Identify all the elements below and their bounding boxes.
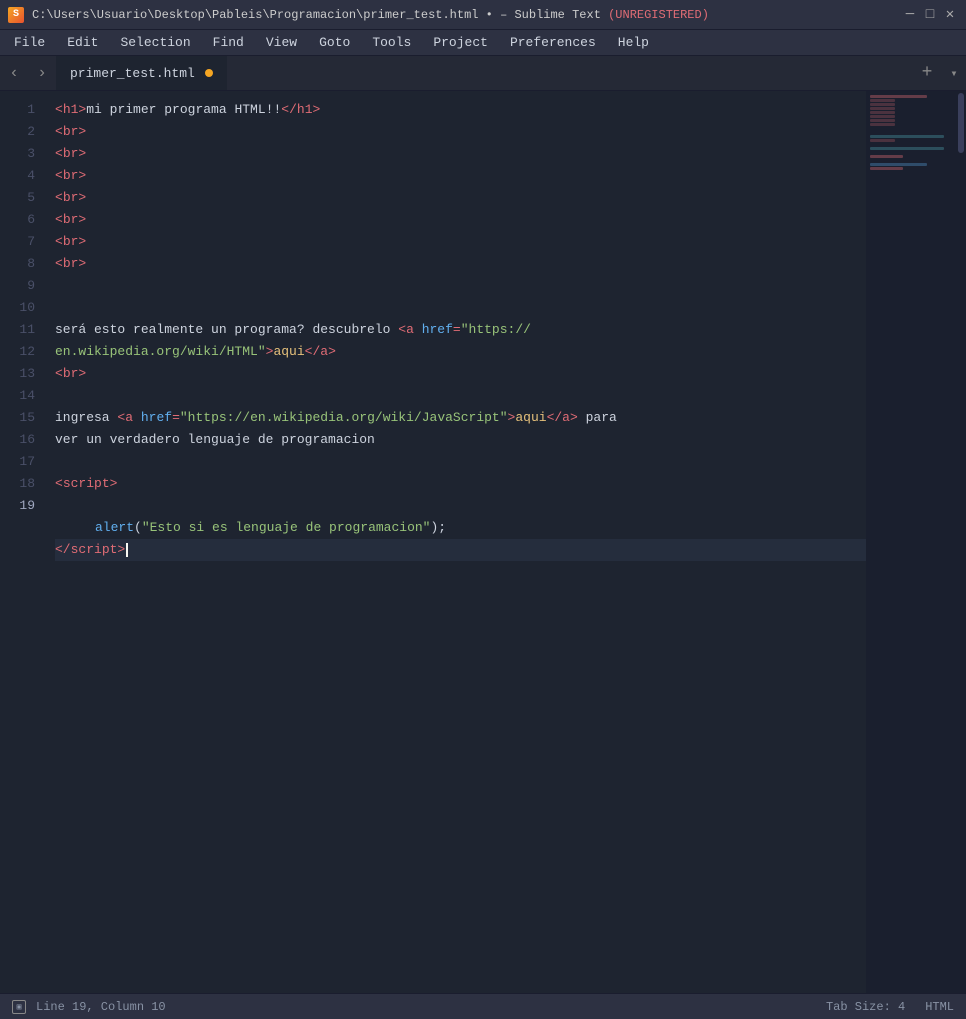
tab-filename: primer_test.html	[70, 66, 195, 81]
tab-bar: ‹ › primer_test.html + ▾	[0, 56, 966, 91]
code-line-19: </script>	[55, 539, 866, 561]
menu-bar: File Edit Selection Find View Goto Tools…	[0, 30, 966, 56]
code-line-13	[55, 385, 866, 407]
maximize-button[interactable]: □	[922, 8, 938, 22]
line-numbers: 1 2 3 4 5 6 7 8 9 10 11 12 13 14 15 16 1…	[0, 91, 45, 993]
line-num-6: 6	[0, 209, 35, 231]
menu-file[interactable]: File	[4, 33, 55, 52]
line-num-2: 2	[0, 121, 35, 143]
window-controls[interactable]: ─ □ ✕	[902, 8, 958, 22]
title-bar: S C:\Users\Usuario\Desktop\Pableis\Progr…	[0, 0, 966, 30]
menu-project[interactable]: Project	[423, 33, 498, 52]
code-editor[interactable]: <h1>mi primer programa HTML!!</h1> <br> …	[45, 91, 866, 993]
code-line-3: <br>	[55, 143, 866, 165]
menu-view[interactable]: View	[256, 33, 307, 52]
code-line-11b: en.wikipedia.org/wiki/HTML">aqui</a>	[55, 341, 866, 363]
tab-modified-dot	[205, 69, 213, 77]
tab-size: Tab Size: 4	[826, 1000, 905, 1014]
code-line-7: <br>	[55, 231, 866, 253]
status-left: ▣ Line 19, Column 10	[12, 1000, 166, 1014]
minimap-content	[866, 91, 956, 175]
line-num-7: 7	[0, 231, 35, 253]
line-num-1: 1	[0, 99, 35, 121]
line-num-17: 17	[0, 451, 35, 473]
minimap[interactable]	[866, 91, 956, 993]
text-cursor	[126, 543, 128, 557]
code-line-9	[55, 275, 866, 297]
line-num-16: 16	[0, 429, 35, 451]
code-line-10	[55, 297, 866, 319]
line-num-9: 9	[0, 275, 35, 297]
tab-primer-test[interactable]: primer_test.html	[56, 56, 228, 90]
line-num-12: 12	[0, 341, 35, 363]
code-line-11: será esto realmente un programa? descubr…	[55, 319, 866, 341]
menu-selection[interactable]: Selection	[110, 33, 200, 52]
code-line-2: <br>	[55, 121, 866, 143]
code-line-12: <br>	[55, 363, 866, 385]
status-icon: ▣	[12, 1000, 26, 1014]
line-num-11: 11	[0, 319, 35, 341]
line-num-3: 3	[0, 143, 35, 165]
menu-tools[interactable]: Tools	[362, 33, 421, 52]
code-line-15	[55, 451, 866, 473]
menu-find[interactable]: Find	[203, 33, 254, 52]
line-num-15: 15	[0, 407, 35, 429]
cursor-position: Line 19, Column 10	[36, 1000, 166, 1014]
editor-area: 1 2 3 4 5 6 7 8 9 10 11 12 13 14 15 16 1…	[0, 91, 966, 993]
status-right: Tab Size: 4 HTML	[826, 1000, 954, 1014]
tab-prev-button[interactable]: ‹	[0, 56, 28, 90]
line-num-4: 4	[0, 165, 35, 187]
tab-next-button[interactable]: ›	[28, 56, 56, 90]
code-line-6: <br>	[55, 209, 866, 231]
code-line-8: <br>	[55, 253, 866, 275]
menu-edit[interactable]: Edit	[57, 33, 108, 52]
line-num-19: 19	[0, 495, 35, 517]
code-line-18: alert("Esto si es lenguaje de programaci…	[55, 517, 866, 539]
app-icon: S	[8, 7, 24, 23]
code-line-17	[55, 495, 866, 517]
menu-goto[interactable]: Goto	[309, 33, 360, 52]
close-button[interactable]: ✕	[942, 8, 958, 22]
tab-spacer	[228, 56, 912, 90]
line-num-10: 10	[0, 297, 35, 319]
line-num-18: 18	[0, 473, 35, 495]
menu-help[interactable]: Help	[608, 33, 659, 52]
code-line-5: <br>	[55, 187, 866, 209]
scrollbar-thumb[interactable]	[958, 93, 964, 153]
code-line-14b: ver un verdadero lenguaje de programacio…	[55, 429, 866, 451]
line-num-8: 8	[0, 253, 35, 275]
unregistered-label: (UNREGISTERED)	[608, 8, 709, 22]
line-num-13: 13	[0, 363, 35, 385]
line-num-14: 14	[0, 385, 35, 407]
code-line-1: <h1>mi primer programa HTML!!</h1>	[55, 99, 866, 121]
status-bar: ▣ Line 19, Column 10 Tab Size: 4 HTML	[0, 993, 966, 1019]
language-mode[interactable]: HTML	[925, 1000, 954, 1014]
line-num-5: 5	[0, 187, 35, 209]
minimize-button[interactable]: ─	[902, 8, 918, 22]
code-line-14a: ingresa <a href="https://en.wikipedia.or…	[55, 407, 866, 429]
menu-preferences[interactable]: Preferences	[500, 33, 606, 52]
code-line-16: <script>	[55, 473, 866, 495]
vertical-scrollbar[interactable]	[956, 91, 966, 993]
tab-dropdown-button[interactable]: ▾	[942, 56, 966, 90]
tab-add-button[interactable]: +	[912, 56, 942, 90]
code-line-4: <br>	[55, 165, 866, 187]
title-bar-path: C:\Users\Usuario\Desktop\Pableis\Program…	[32, 8, 709, 22]
